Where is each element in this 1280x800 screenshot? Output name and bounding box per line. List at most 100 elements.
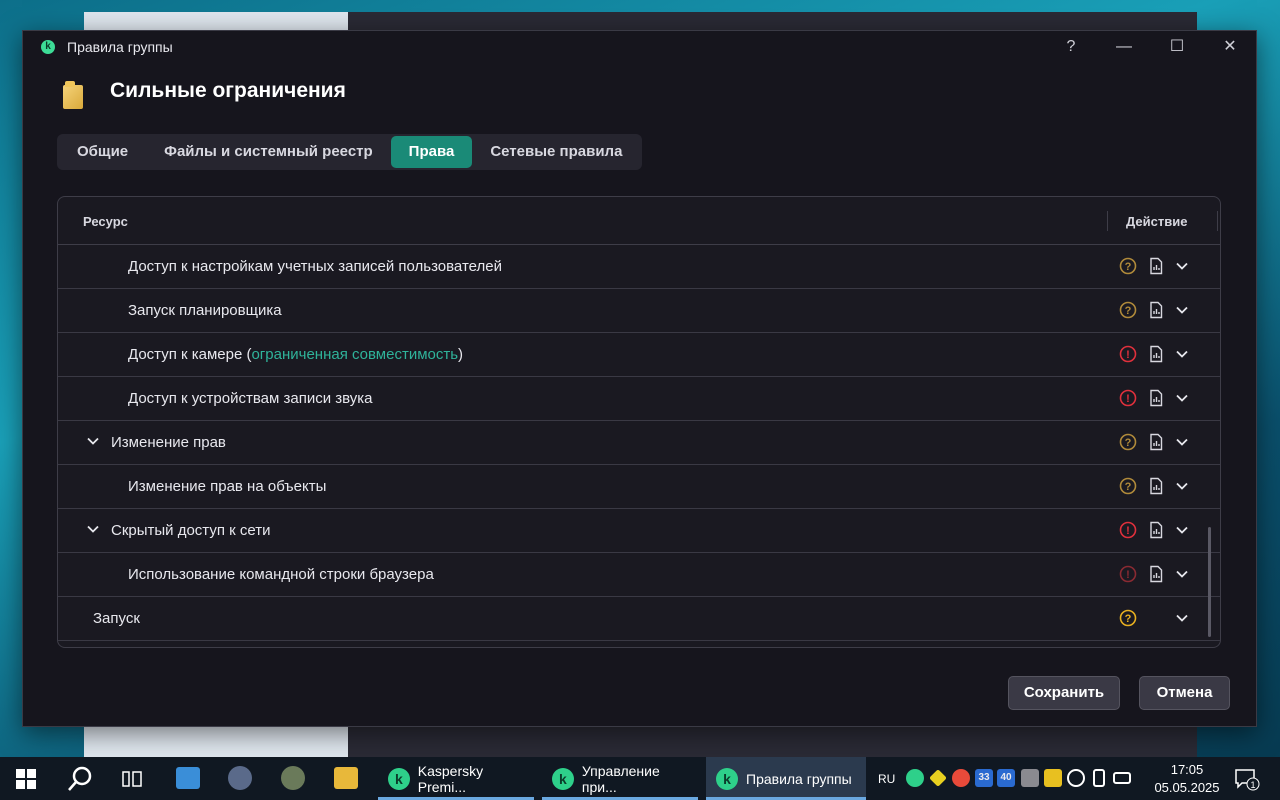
kaspersky-logo-icon: k: [716, 767, 738, 790]
collapse-chevron-icon[interactable]: [85, 433, 101, 449]
tab-rights[interactable]: Права: [390, 136, 473, 168]
minimize-button[interactable]: —: [1109, 35, 1139, 59]
svg-text:?: ?: [1125, 613, 1132, 625]
ask-action-icon[interactable]: ?: [1119, 609, 1137, 627]
lock-app-icon[interactable]: [228, 766, 252, 790]
table-header: Ресурс Действие: [58, 197, 1220, 245]
action-dropdown-chevron-icon[interactable]: [1173, 257, 1191, 275]
tab-files-registry[interactable]: Файлы и системный реестр: [146, 136, 391, 168]
task-view-button[interactable]: [120, 757, 144, 800]
taskbar-app-kaspersky-premium[interactable]: k Kaspersky Premi...: [378, 757, 534, 800]
taskbar-app-group-rules[interactable]: k Правила группы: [706, 757, 866, 800]
svg-text:!: !: [1126, 569, 1130, 581]
log-report-icon[interactable]: [1147, 257, 1165, 275]
clock[interactable]: 17:05 05.05.2025: [1152, 761, 1222, 797]
deny-action-icon[interactable]: !: [1119, 345, 1137, 363]
table-row[interactable]: Запуск?: [58, 597, 1220, 641]
chrome-tray-icon[interactable]: [952, 769, 970, 787]
security-tray-icon[interactable]: [1044, 769, 1062, 787]
group-rules-dialog: k Правила группы ? — ☐ ✕ Сильные огранич…: [22, 30, 1257, 727]
tray-counter-33[interactable]: 33: [975, 769, 993, 787]
table-row[interactable]: Доступ к настройкам учетных записей поль…: [58, 245, 1220, 289]
limited-compatibility-link[interactable]: ограниченная совместимость: [251, 346, 458, 363]
scrollbar[interactable]: [1208, 527, 1211, 637]
log-report-icon[interactable]: [1147, 433, 1165, 451]
row-label: Изменение прав: [111, 434, 226, 451]
log-report-icon[interactable]: [1147, 345, 1165, 363]
cancel-button[interactable]: Отмена: [1139, 676, 1230, 710]
save-button[interactable]: Сохранить: [1008, 676, 1120, 710]
action-dropdown-chevron-icon[interactable]: [1173, 565, 1191, 583]
window-title: Правила группы: [67, 39, 173, 55]
monitor-tray-icon[interactable]: [1021, 769, 1039, 787]
action-dropdown-chevron-icon[interactable]: [1173, 521, 1191, 539]
clock-time: 17:05: [1170, 762, 1204, 777]
deny-action-icon[interactable]: !: [1119, 521, 1137, 539]
row-label: Доступ к устройствам записи звука: [128, 390, 373, 407]
tab-bar: Общие Файлы и системный реестр Права Сет…: [57, 134, 643, 170]
row-label: Доступ к камере (ограниченная совместимо…: [128, 346, 464, 363]
usb-icon[interactable]: [1093, 769, 1105, 787]
deny-action-icon[interactable]: !: [1119, 389, 1137, 407]
log-report-icon[interactable]: [1147, 565, 1165, 583]
task-view-icon: [122, 770, 142, 787]
table-row[interactable]: Запуск планировщика?: [58, 289, 1220, 333]
search-button[interactable]: [66, 757, 94, 800]
svg-text:?: ?: [1125, 261, 1132, 273]
start-button[interactable]: [16, 757, 36, 800]
action-dropdown-chevron-icon[interactable]: [1173, 301, 1191, 319]
table-row[interactable]: Изменение прав на объекты?: [58, 465, 1220, 509]
action-dropdown-chevron-icon[interactable]: [1173, 433, 1191, 451]
action-dropdown-chevron-icon[interactable]: [1173, 477, 1191, 495]
svg-text:!: !: [1126, 525, 1130, 537]
ask-action-icon[interactable]: ?: [1119, 257, 1137, 275]
column-divider[interactable]: [1217, 211, 1218, 231]
table-row[interactable]: Доступ к камере (ограниченная совместимо…: [58, 333, 1220, 377]
title-bar[interactable]: k Правила группы ? — ☐ ✕: [23, 31, 1256, 63]
row-label: Использование командной строки браузера: [128, 566, 434, 583]
table-row[interactable]: Использование командной строки браузера!: [58, 553, 1220, 597]
kaspersky-logo-icon: k: [552, 767, 574, 790]
tab-general[interactable]: Общие: [59, 136, 146, 168]
deny-action-icon[interactable]: !: [1119, 565, 1137, 583]
kaspersky-logo-icon: k: [41, 40, 55, 54]
column-divider[interactable]: [1107, 211, 1108, 231]
column-resource[interactable]: Ресурс: [83, 214, 128, 229]
ask-action-icon[interactable]: ?: [1119, 433, 1137, 451]
close-button[interactable]: ✕: [1215, 35, 1245, 59]
maximize-button[interactable]: ☐: [1162, 35, 1192, 59]
action-dropdown-chevron-icon[interactable]: [1173, 345, 1191, 363]
kaspersky-tray-icon[interactable]: [906, 769, 924, 787]
folder-icon: [63, 81, 83, 109]
collapse-chevron-icon[interactable]: [85, 521, 101, 537]
notifications-button[interactable]: 1: [1234, 757, 1260, 800]
log-report-icon[interactable]: [1147, 477, 1165, 495]
table-row[interactable]: Скрытый доступ к сети!: [58, 509, 1220, 553]
ask-action-icon[interactable]: ?: [1119, 301, 1137, 319]
svg-text:1: 1: [1250, 780, 1255, 790]
tray-counter-40[interactable]: 40: [997, 769, 1015, 787]
network-globe-icon[interactable]: [1067, 769, 1085, 787]
battery-icon[interactable]: [1113, 772, 1131, 784]
log-report-icon[interactable]: [1147, 389, 1165, 407]
column-action[interactable]: Действие: [1126, 214, 1187, 229]
rules-table: Ресурс Действие Доступ к настройкам учет…: [57, 196, 1221, 648]
file-explorer-icon[interactable]: [334, 767, 358, 789]
log-report-icon[interactable]: [1147, 521, 1165, 539]
action-dropdown-chevron-icon[interactable]: [1173, 389, 1191, 407]
diamond-tray-icon[interactable]: [929, 769, 947, 787]
taskbar: k Kaspersky Premi... k Управление при...…: [0, 757, 1280, 800]
taskbar-app-app-control[interactable]: k Управление при...: [542, 757, 698, 800]
action-dropdown-chevron-icon[interactable]: [1173, 609, 1191, 627]
row-label: Запуск планировщика: [128, 302, 282, 319]
language-indicator[interactable]: RU: [878, 757, 895, 800]
ask-action-icon[interactable]: ?: [1119, 477, 1137, 495]
tab-network-rules[interactable]: Сетевые правила: [472, 136, 640, 168]
globe-app-icon[interactable]: [281, 766, 305, 790]
help-button[interactable]: ?: [1056, 35, 1086, 59]
contact-card-icon[interactable]: [176, 767, 200, 789]
kaspersky-logo-icon: k: [388, 767, 410, 790]
table-row[interactable]: Доступ к устройствам записи звука!: [58, 377, 1220, 421]
log-report-icon[interactable]: [1147, 301, 1165, 319]
table-row[interactable]: Изменение прав?: [58, 421, 1220, 465]
